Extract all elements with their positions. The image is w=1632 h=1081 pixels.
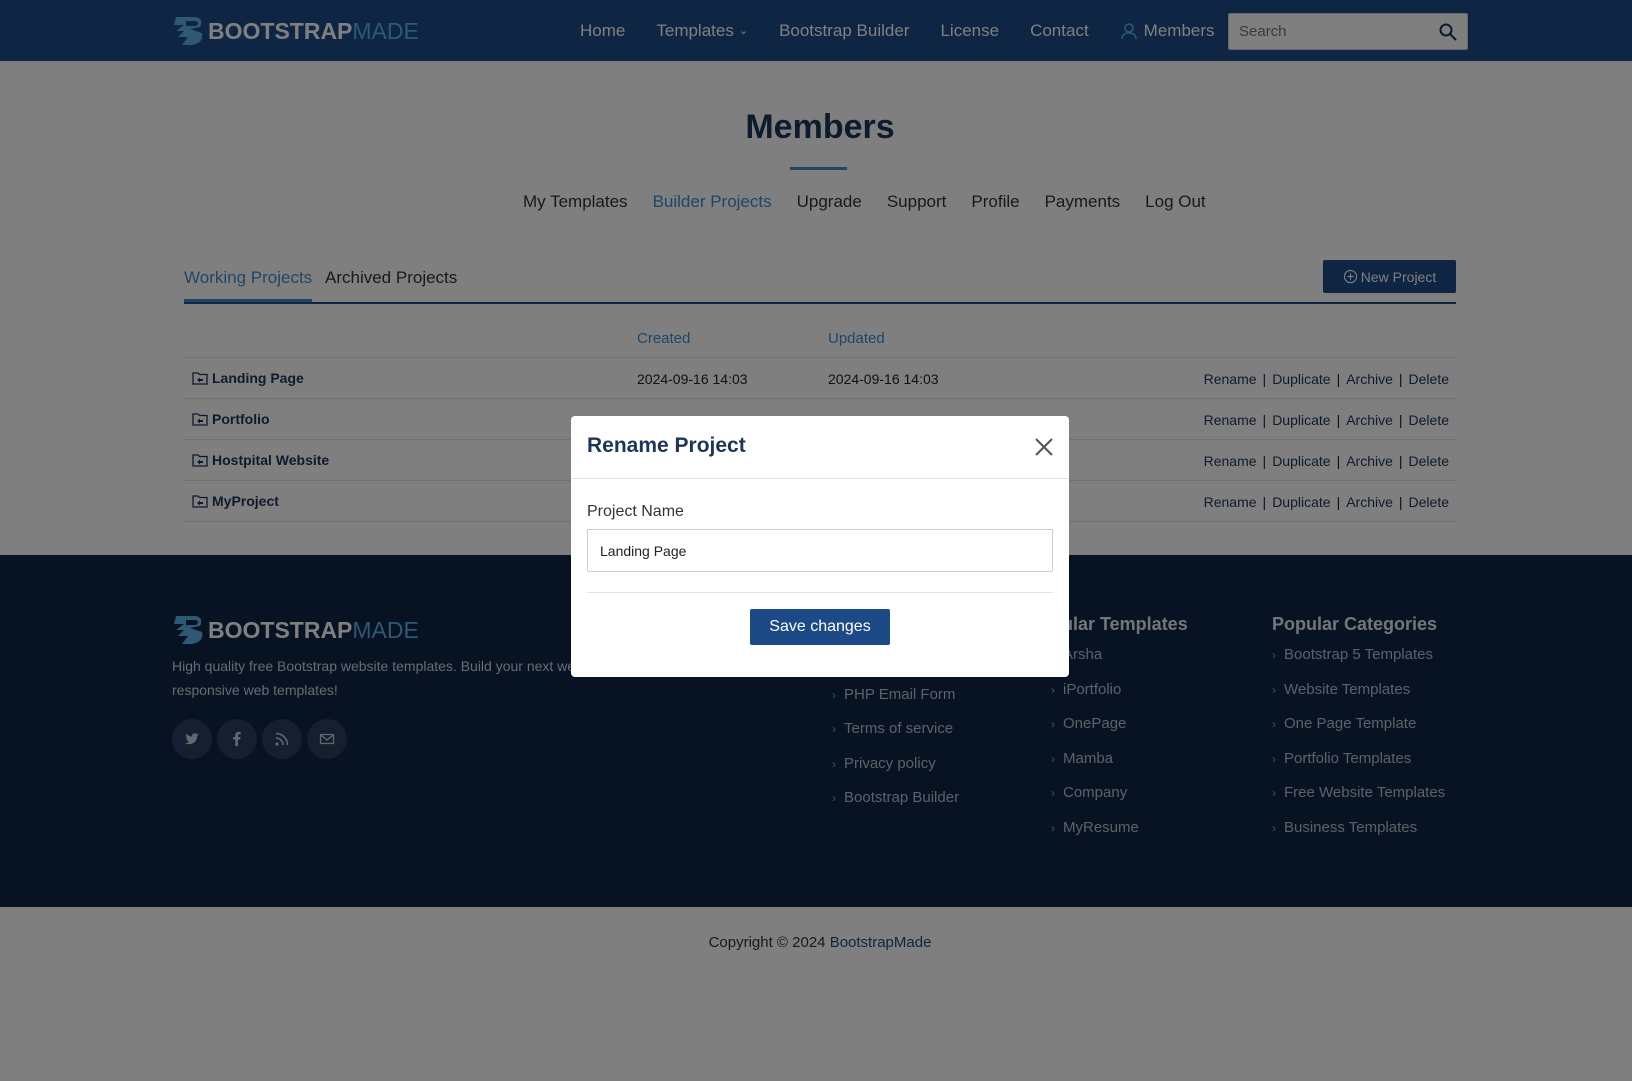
project-name-input[interactable]: [587, 529, 1053, 572]
close-icon[interactable]: [1033, 436, 1055, 458]
modal-title: Rename Project: [587, 434, 746, 457]
project-name-label: Project Name: [587, 503, 684, 520]
modal-header: Rename Project: [571, 416, 1069, 479]
save-changes-button[interactable]: Save changes: [750, 609, 890, 645]
modal-divider: [587, 592, 1053, 593]
rename-project-modal: Rename Project Project Name Save changes: [571, 416, 1069, 677]
